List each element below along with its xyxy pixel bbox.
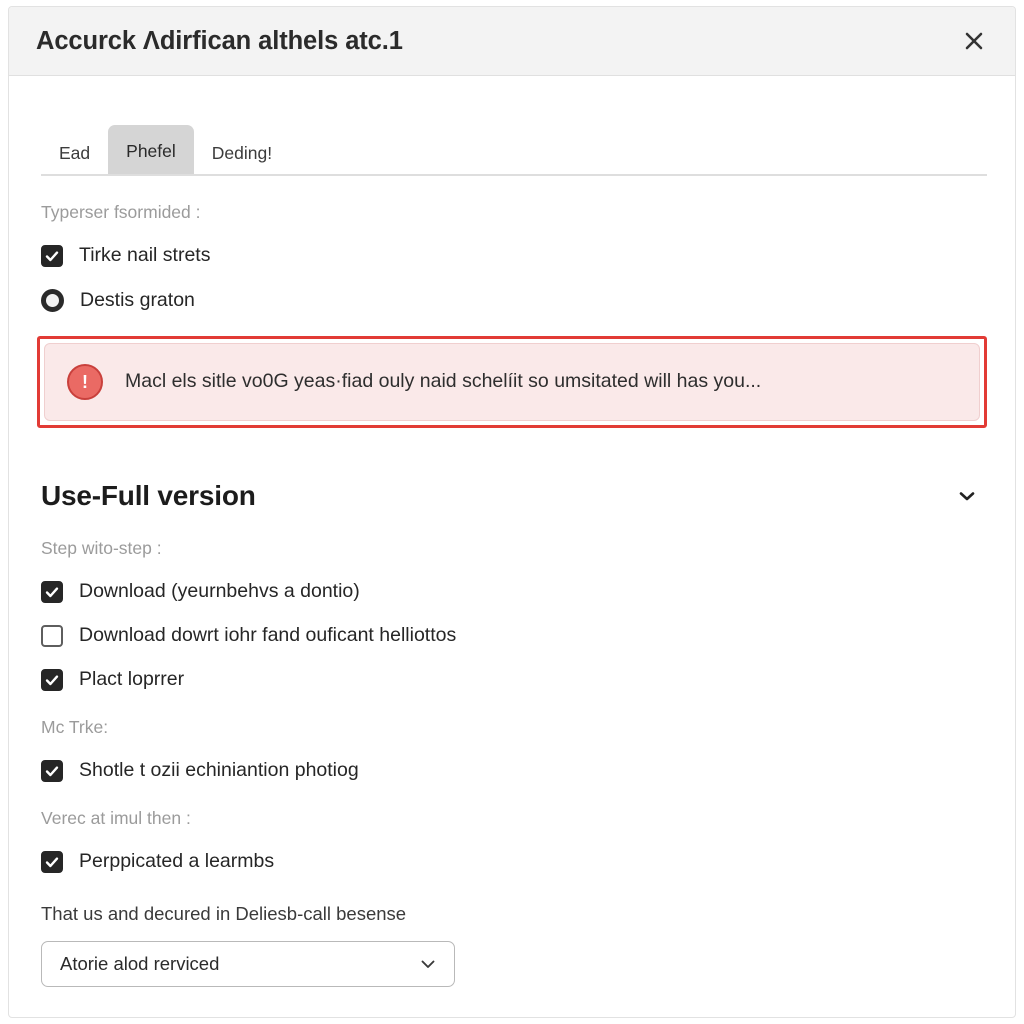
checkbox-step-3[interactable]: [41, 669, 63, 691]
checkbox-track-1[interactable]: [41, 760, 63, 782]
select-field-label: That us and decured in Deliesb-call bese…: [41, 903, 407, 924]
tab-phefel[interactable]: Phefel: [108, 124, 194, 174]
error-alert-text: Macl els sitle vo0G yeas·fiad ouly naid …: [125, 370, 762, 393]
error-alert-inner: ! Macl els sitle vo0G yeas·fiad ouly nai…: [44, 343, 980, 421]
dialog-window: Accurck Λdirfican althels atc.1 Ead Phef…: [8, 6, 1016, 1018]
checkbox-row-tirke[interactable]: Tirke nail strets: [41, 245, 989, 267]
error-alert: ! Macl els sitle vo0G yeas·fiad ouly nai…: [37, 336, 987, 428]
checkbox-label-tirke: Tirke nail strets: [79, 244, 211, 267]
checkbox-step-1[interactable]: [41, 581, 63, 603]
tab-underline: [41, 174, 987, 176]
select-dropdown[interactable]: Atorie alod rerviced: [41, 941, 455, 987]
checkbox-tirke-nail-strets[interactable]: [41, 245, 63, 267]
checkbox-label-step-1: Download (yeurnbehvs a dontio): [79, 580, 360, 603]
close-icon: [962, 29, 986, 53]
checkbox-label-step-2: Download dowrt iohr fand ouficant hellio…: [79, 624, 457, 647]
radio-destis-graton[interactable]: [41, 289, 64, 312]
error-exclamation-icon: !: [67, 364, 103, 400]
dialog-body: Ead Phefel Deding! Typerser fsormided : …: [9, 112, 1015, 987]
dialog-header: Accurck Λdirfican althels atc.1: [9, 7, 1015, 76]
radio-label-destis: Destis graton: [80, 288, 195, 311]
checkbox-label-verify-1: Perppicated a learmbs: [79, 850, 275, 873]
tab-bar: Ead Phefel Deding!: [35, 112, 989, 174]
select-selected-value: Atorie alod rerviced: [60, 953, 220, 974]
section-header-use-full-version[interactable]: Use-Full version: [41, 480, 981, 512]
group-label-typerser: Typerser fsormided :: [41, 202, 201, 222]
checkbox-verify-1[interactable]: [41, 851, 63, 873]
radio-row-destis[interactable]: Destis graton: [41, 289, 989, 312]
checkbox-row-step-1[interactable]: Download (yeurnbehvs a dontio): [41, 581, 989, 603]
group-label-step: Step wito-step :: [41, 538, 162, 558]
section-title: Use-Full version: [41, 480, 256, 511]
group-label-track: Mc Trke:: [41, 717, 109, 737]
checkbox-row-step-2[interactable]: Download dowrt iohr fand ouficant hellio…: [41, 625, 989, 647]
tab-deding[interactable]: Deding!: [194, 133, 290, 175]
checkbox-row-verify-1[interactable]: Perppicated a learmbs: [41, 851, 989, 873]
checkbox-label-track-1: Shotle t ozii echiniantion photiog: [79, 759, 359, 782]
close-button[interactable]: [955, 22, 993, 60]
checkbox-row-track-1[interactable]: Shotle t ozii echiniantion photiog: [41, 760, 989, 782]
checkbox-row-step-3[interactable]: Plact loprrer: [41, 669, 989, 691]
dialog-title: Accurck Λdirfican althels atc.1: [36, 26, 403, 55]
chevron-down-icon[interactable]: [418, 954, 438, 974]
group-label-verify: Verec at imul then :: [41, 808, 191, 828]
tab-ead[interactable]: Ead: [41, 133, 108, 175]
checkbox-label-step-3: Plact loprrer: [79, 668, 185, 691]
checkbox-step-2[interactable]: [41, 625, 63, 647]
chevron-down-icon[interactable]: [953, 482, 981, 510]
